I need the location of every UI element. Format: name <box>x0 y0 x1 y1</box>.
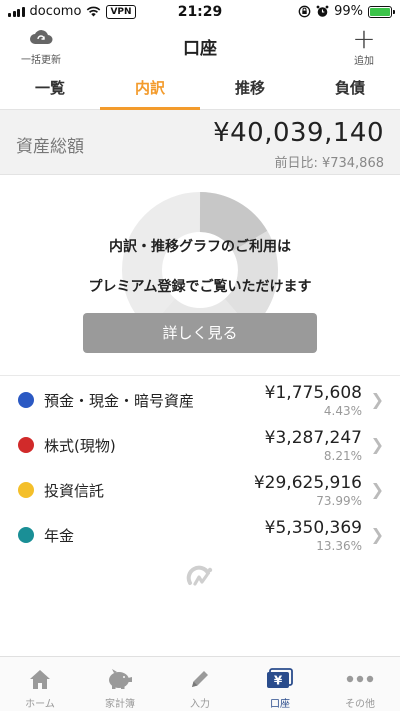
tab-liabilities[interactable]: 負債 <box>300 68 400 109</box>
see-details-button[interactable]: 詳しく見る <box>83 313 317 353</box>
segment-tabs: 一覧 内訳 推移 負債 <box>0 68 400 110</box>
category-name: 株式(現物) <box>44 437 116 455</box>
list-item-pension[interactable]: 年金 ¥5,350,369 13.36% ❯ <box>0 512 400 557</box>
category-percent: 4.43% <box>323 404 362 418</box>
category-color-dot <box>18 527 34 543</box>
list-item-stocks[interactable]: 株式(現物) ¥3,287,247 8.21% ❯ <box>0 422 400 467</box>
add-account-label: 追加 <box>354 56 374 67</box>
category-color-dot <box>18 437 34 453</box>
status-bar: docomo VPN 21:29 99% <box>0 0 400 24</box>
category-color-dot <box>18 482 34 498</box>
svg-text:¥: ¥ <box>274 674 283 688</box>
category-name: 投資信託 <box>44 482 105 500</box>
tabbar-item-other[interactable]: その他 <box>320 657 400 711</box>
breakdown-list: 預金・現金・暗号資産 ¥1,775,608 4.43% ❯ 株式(現物) ¥3,… <box>0 377 400 557</box>
category-name: 預金・現金・暗号資産 <box>44 392 195 410</box>
category-value: ¥5,350,369 <box>264 518 362 538</box>
category-percent: 8.21% <box>323 449 362 463</box>
list-item-mutual-funds[interactable]: 投資信託 ¥29,625,916 73.99% ❯ <box>0 467 400 512</box>
tab-list[interactable]: 一覧 <box>0 68 100 109</box>
tab-history[interactable]: 推移 <box>200 68 300 109</box>
total-assets-label: 資産総額 <box>16 137 84 157</box>
yen-card-icon: ¥ <box>267 668 293 688</box>
tabbar-label: 口座 <box>270 699 290 710</box>
chevron-right-icon: ❯ <box>370 480 384 499</box>
alarm-icon <box>316 5 329 17</box>
premium-overlay: 内訳・推移グラフのご利用は プレミアム登録でご覧いただけます 詳しく見る <box>0 176 400 376</box>
category-percent: 13.36% <box>316 539 362 553</box>
battery-percent: 99% <box>334 4 363 19</box>
tabbar-label: 家計簿 <box>105 699 135 710</box>
tabbar-item-household-book[interactable]: 家計簿 <box>80 657 160 711</box>
bottom-tab-bar: ホーム 家計簿 入力 ¥ 口座 その他 <box>0 656 400 711</box>
piggy-bank-icon <box>109 669 132 689</box>
orientation-lock-icon <box>298 5 311 18</box>
premium-message-line1: 内訳・推移グラフのご利用は <box>109 239 291 255</box>
home-icon <box>30 670 50 689</box>
category-value: ¥29,625,916 <box>253 473 362 493</box>
page-title: 口座 <box>183 39 217 59</box>
total-assets-section: 資産総額 ¥40,039,140 前日比: ¥734,868 <box>0 110 400 175</box>
chevron-right-icon: ❯ <box>370 435 384 454</box>
pencil-icon <box>192 671 208 687</box>
tabbar-label: その他 <box>345 699 375 710</box>
tabbar-item-accounts[interactable]: ¥ 口座 <box>240 657 320 711</box>
category-name: 年金 <box>44 527 75 545</box>
tabbar-item-home[interactable]: ホーム <box>0 657 80 711</box>
tabbar-label: ホーム <box>25 699 55 710</box>
category-percent: 73.99% <box>316 494 362 508</box>
breakdown-chart-area: 内訳・推移グラフのご利用は プレミアム登録でご覧いただけます 詳しく見る <box>0 176 400 376</box>
chevron-right-icon: ❯ <box>370 525 384 544</box>
app-logo-icon <box>186 565 213 586</box>
tab-breakdown[interactable]: 内訳 <box>100 68 200 110</box>
nav-header: 一括更新 口座 + 追加 <box>0 24 400 68</box>
total-assets-amount: ¥40,039,140 <box>213 118 384 148</box>
tabbar-item-input[interactable]: 入力 <box>160 657 240 711</box>
category-color-dot <box>18 392 34 408</box>
add-account-button[interactable]: + 追加 <box>344 22 384 68</box>
more-dots-icon <box>346 675 374 683</box>
battery-icon <box>368 5 395 18</box>
day-over-day-diff: 前日比: ¥734,868 <box>274 156 384 171</box>
list-item-deposits[interactable]: 預金・現金・暗号資産 ¥1,775,608 4.43% ❯ <box>0 377 400 422</box>
tabbar-label: 入力 <box>190 699 210 710</box>
chevron-right-icon: ❯ <box>370 390 384 409</box>
plus-icon: + <box>352 22 376 55</box>
premium-message-line2: プレミアム登録でご覧いただけます <box>88 279 312 295</box>
category-value: ¥1,775,608 <box>264 383 362 403</box>
category-value: ¥3,287,247 <box>264 428 362 448</box>
